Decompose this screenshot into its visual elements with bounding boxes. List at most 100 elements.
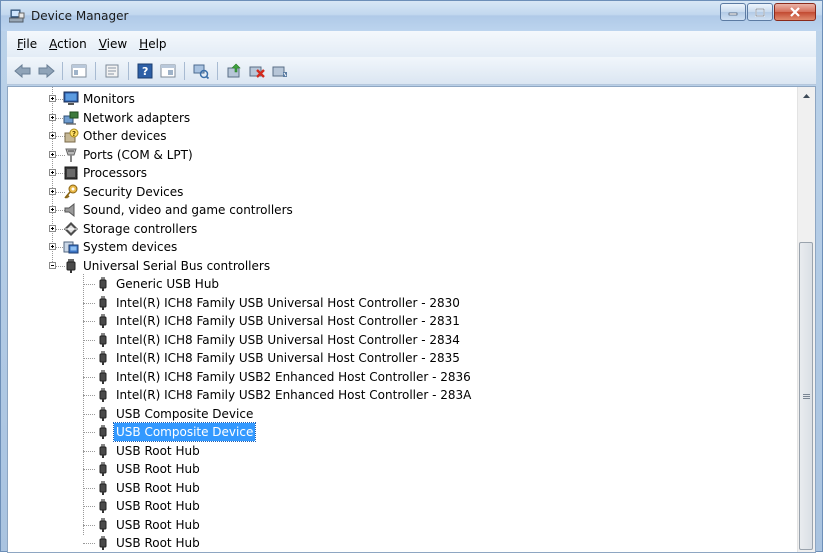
action-properties-button[interactable] [158,61,178,81]
security-key-icon [64,184,78,199]
tree-device-row[interactable]: USB Root Hub [8,497,788,515]
unknown-device-icon: ? [64,128,79,143]
scroll-thumb[interactable] [799,242,813,550]
tree-device-label[interactable]: Intel(R) ICH8 Family USB2 Enhanced Host … [114,386,473,404]
tree-category-row[interactable]: Universal Serial Bus controllers [8,257,788,275]
tree-category-label[interactable]: Sound, video and game controllers [81,201,295,219]
menu-help-label: elp [148,37,167,51]
tree-device-label[interactable]: Intel(R) ICH8 Family USB Universal Host … [114,331,462,349]
tree-device-label[interactable]: USB Root Hub [114,442,202,460]
usb-plug-icon [99,462,107,476]
tree-category-label[interactable]: Monitors [81,90,137,108]
tree-device-label[interactable]: Intel(R) ICH8 Family USB Universal Host … [114,312,462,330]
caption-buttons [720,3,816,21]
tree-device-label[interactable]: Generic USB Hub [114,275,221,293]
tree-category-label[interactable]: System devices [81,238,179,256]
tree-device-label[interactable]: Intel(R) ICH8 Family USB2 Enhanced Host … [114,368,473,386]
usb-plug-icon [99,369,107,384]
tree-category-row[interactable]: Sound, video and game controllers [8,201,788,219]
tree-device-label[interactable]: USB Root Hub [114,534,202,552]
tree-category-row[interactable]: Storage controllers [8,220,788,238]
tree-device-label[interactable]: USB Composite Device [114,405,255,423]
device-tree-pane: Monitors Network adapters? Other devices Po… [7,86,816,553]
disable-device-button[interactable] [270,61,290,81]
tree-category-label[interactable]: Storage controllers [81,220,199,238]
close-icon [790,7,800,17]
tree-device-row[interactable]: USB Composite Device [8,405,788,423]
tree-device-label[interactable]: USB Root Hub [114,479,202,497]
tree-device-label[interactable]: Intel(R) ICH8 Family USB Universal Host … [114,349,462,367]
tree-device-label[interactable]: Intel(R) ICH8 Family USB Universal Host … [114,294,462,312]
help-button[interactable]: ? [135,61,155,81]
back-button[interactable] [13,61,33,81]
tree-device-label[interactable]: USB Root Hub [114,516,202,534]
tree-device-row[interactable]: Intel(R) ICH8 Family USB2 Enhanced Host … [8,368,788,386]
title-bar[interactable]: Device Manager [1,1,822,31]
properties-icon [71,64,87,77]
usb-plug-icon [99,536,107,550]
uninstall-button[interactable] [247,61,267,81]
tree-category-row[interactable]: System devices [8,238,788,256]
tree-device-row[interactable]: USB Root Hub [8,460,788,478]
minimize-icon [728,12,738,16]
tree-device-row[interactable]: USB Root Hub [8,479,788,497]
expand-toggle[interactable] [49,243,56,250]
tree-category-label[interactable]: Security Devices [81,183,185,201]
tree-device-row[interactable]: Intel(R) ICH8 Family USB Universal Host … [8,312,788,330]
toolbar-separator [62,61,63,80]
show-hide-tree-button[interactable] [102,61,122,81]
tree-category-label[interactable]: Processors [81,164,149,182]
tree-category-label[interactable]: Ports (COM & LPT) [81,146,195,164]
tree-device-row[interactable]: Intel(R) ICH8 Family USB Universal Host … [8,331,788,349]
tree-device-row[interactable]: Intel(R) ICH8 Family USB2 Enhanced Host … [8,386,788,404]
tree-category-row[interactable]: ? Other devices [8,127,788,145]
expand-toggle[interactable] [49,95,56,102]
menu-action[interactable]: Action [43,37,93,51]
tree-device-row[interactable]: Intel(R) ICH8 Family USB Universal Host … [8,349,788,367]
expand-toggle[interactable] [49,150,56,158]
expand-toggle[interactable] [49,206,56,213]
scroll-up-button[interactable] [798,87,815,104]
tree-category-row[interactable]: Monitors [8,90,788,108]
tree-category-row[interactable]: Network adapters [8,109,788,127]
menu-help[interactable]: Help [133,37,172,51]
tree-connector [83,358,95,359]
update-driver-button[interactable] [224,61,244,81]
expand-toggle[interactable] [49,224,56,232]
expand-toggle[interactable] [49,169,56,176]
tree-category-row[interactable]: Ports (COM & LPT) [8,146,788,164]
tree-device-row[interactable]: USB Root Hub [8,534,788,552]
usb-plug-icon [99,295,107,310]
tree-device-label[interactable]: USB Root Hub [114,460,202,478]
expand-toggle[interactable] [49,187,56,195]
forward-button[interactable] [36,61,56,81]
tree-category-label[interactable]: Other devices [81,127,169,145]
expand-toggle[interactable] [49,113,56,121]
tree-device-row[interactable]: USB Composite Device [8,422,788,442]
tree-category-row[interactable]: Security Devices [8,183,788,201]
tree-category-label[interactable]: Network adapters [81,109,192,127]
device-tree[interactable]: Monitors Network adapters? Other devices Po… [8,87,798,552]
tree-device-label[interactable]: USB Root Hub [114,497,202,515]
collapse-toggle[interactable] [49,261,56,269]
tree-connector [83,284,95,285]
tree-device-label[interactable]: USB Composite Device [112,422,257,442]
vertical-scrollbar[interactable] [797,87,815,552]
menu-view[interactable]: View [93,37,133,51]
scroll-thumb-grip [803,396,810,397]
tree-device-row[interactable]: Generic USB Hub [8,275,788,293]
tree-category-row[interactable]: Processors [8,164,788,182]
expand-toggle[interactable] [49,132,56,139]
tree-device-row[interactable]: Intel(R) ICH8 Family USB Universal Host … [8,294,788,312]
minimize-button[interactable] [720,3,746,21]
toolbar: ? [7,57,816,85]
tree-category-label[interactable]: Universal Serial Bus controllers [81,257,272,275]
close-button[interactable] [774,3,816,21]
scan-hardware-icon [193,64,209,79]
tree-device-row[interactable]: USB Root Hub [8,442,788,460]
scan-hardware-button[interactable] [191,61,211,81]
maximize-button[interactable] [747,3,773,21]
properties-button[interactable] [69,61,89,81]
menu-file[interactable]: File [11,37,43,51]
tree-device-row[interactable]: USB Root Hub [8,516,788,534]
